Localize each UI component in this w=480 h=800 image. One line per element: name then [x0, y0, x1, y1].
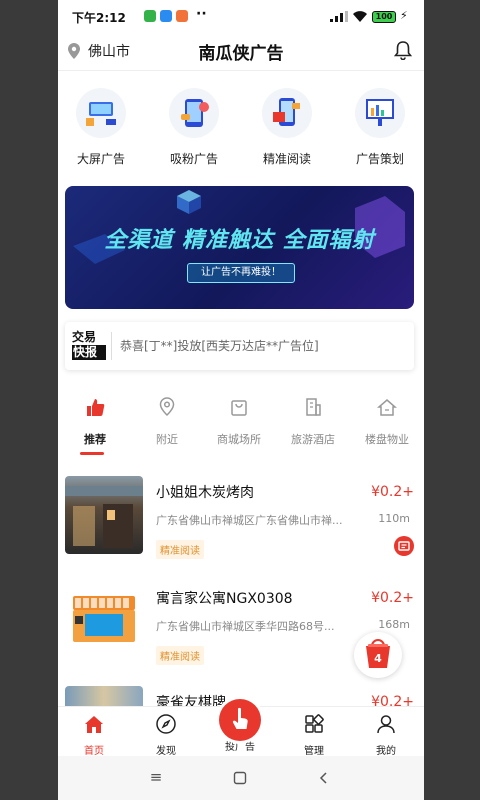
tab-home[interactable]: 首页 — [58, 707, 130, 757]
category-label: 商城场所 — [217, 433, 261, 446]
tab-discover[interactable]: 发现 — [130, 707, 202, 757]
quick-item-big-screen[interactable]: 大屏广告 — [58, 88, 144, 167]
listing-address: 广东省佛山市禅城区季华四路68号... — [156, 620, 335, 633]
signal-icon — [330, 11, 348, 22]
building-icon — [306, 398, 321, 416]
banner-subtitle: 让广告不再难投！ — [187, 263, 295, 283]
news-logo-bottom: 快报 — [72, 345, 106, 360]
floating-cart-button[interactable]: 4 — [354, 632, 402, 678]
app-notification-icon — [144, 10, 156, 22]
message-icon — [398, 541, 410, 551]
category-label: 楼盘物业 — [365, 433, 409, 446]
app-notification-icon — [176, 10, 188, 22]
menu-icon[interactable]: ≡ — [146, 768, 166, 788]
thumbs-up-icon — [87, 399, 105, 416]
category-tabs: 推荐 附近 商城场所 旅游酒店 楼盘物业 — [58, 396, 424, 456]
ad-action-button[interactable] — [394, 536, 414, 556]
header-divider — [58, 70, 424, 71]
list-item[interactable]: 小姐姐木炭烤肉 ¥0.2+ 广东省佛山市禅城区广东省佛山市禅... 110m 精… — [58, 474, 424, 578]
tab-recommend[interactable]: 推荐 — [58, 396, 132, 447]
banner-pagination — [65, 297, 414, 309]
bell-icon[interactable] — [394, 40, 412, 60]
tab-label: 我的 — [376, 746, 396, 757]
bottom-tab-bar: 首页 发现 投广告 管理 我的 — [58, 699, 424, 757]
listing-distance: 168m — [378, 618, 410, 631]
quick-label: 吸粉广告 — [169, 152, 218, 166]
quick-item-fans[interactable]: 吸粉广告 — [151, 88, 237, 167]
active-tab-indicator — [80, 452, 104, 455]
status-bar: 下午2:12 ·· 100 ⚡ — [58, 0, 424, 34]
listing-name: 寓言家公寓NGX0308 — [156, 591, 293, 607]
tab-hotels[interactable]: 旅游酒店 — [276, 396, 350, 447]
quick-item-reading[interactable]: 精准阅读 — [244, 88, 330, 167]
phone-screen: 下午2:12 ·· 100 ⚡ 佛山市 南瓜侠广告 大屏广告 吸粉广告 精准阅读… — [58, 0, 424, 800]
home-icon — [85, 716, 103, 733]
app-notification-icon — [160, 10, 172, 22]
listing-distance: 110m — [378, 512, 410, 525]
listing-tag: 精准阅读 — [156, 646, 204, 665]
quick-item-planning[interactable]: 广告策划 — [337, 88, 423, 167]
tab-nearby[interactable]: 附近 — [130, 396, 204, 447]
promo-banner[interactable]: 全渠道 精准触达 全面辐射 让广告不再难投！ — [65, 186, 414, 309]
quick-label: 精准阅读 — [262, 152, 311, 166]
category-label: 附近 — [156, 433, 178, 446]
battery-icon: 100 — [372, 11, 396, 23]
listing-address: 广东省佛山市禅城区广东省佛山市禅... — [156, 514, 343, 527]
banner-headline: 全渠道 精准触达 全面辐射 — [104, 228, 375, 253]
reading-icon — [262, 88, 312, 138]
tab-malls[interactable]: 商城场所 — [202, 396, 276, 447]
compass-icon — [156, 714, 176, 734]
grid-icon — [305, 714, 324, 733]
tap-hand-icon — [232, 707, 248, 729]
listing-price: ¥0.2+ — [371, 590, 414, 606]
tab-manage[interactable]: 管理 — [278, 707, 350, 757]
shopping-bag-icon — [231, 400, 247, 416]
tab-mine[interactable]: 我的 — [350, 707, 422, 757]
home-square-icon[interactable] — [230, 768, 250, 788]
cart-count: 4 — [374, 652, 382, 665]
transaction-news[interactable]: 交易 快报 恭喜[丁**]投放[西芙万达店**广告位] — [65, 322, 414, 370]
more-notifications-icon: ·· — [196, 6, 207, 22]
quick-label: 广告策划 — [355, 152, 404, 166]
big-screen-icon — [76, 88, 126, 138]
listing-tag: 精准阅读 — [156, 540, 204, 559]
news-text: 恭喜[丁**]投放[西芙万达店**广告位] — [120, 339, 319, 353]
quick-label: 大屏广告 — [76, 152, 125, 166]
news-divider — [111, 332, 112, 360]
post-ad-button[interactable] — [219, 699, 261, 741]
charging-icon: ⚡ — [400, 9, 408, 22]
status-time: 下午2:12 — [72, 11, 126, 25]
user-icon — [377, 715, 395, 734]
tab-label: 首页 — [84, 746, 104, 757]
listing-photo — [65, 582, 143, 660]
house-icon — [377, 399, 397, 416]
listing-photo — [65, 476, 143, 554]
fans-icon — [169, 88, 219, 138]
back-icon[interactable] — [314, 768, 334, 788]
category-label: 旅游酒店 — [291, 433, 335, 446]
page-title: 南瓜侠广告 — [198, 44, 284, 64]
quick-menu: 大屏广告 吸粉广告 精准阅读 广告策划 — [58, 88, 424, 178]
listing-name: 小姐姐木炭烤肉 — [156, 485, 254, 501]
location-pin-icon — [159, 397, 175, 417]
listing-price: ¥0.2+ — [371, 484, 414, 500]
tab-label: 发现 — [156, 746, 176, 757]
wifi-icon — [353, 11, 367, 22]
category-label: 推荐 — [84, 433, 106, 446]
app-header: 佛山市 南瓜侠广告 — [58, 34, 424, 70]
system-nav-bar: ≡ — [58, 756, 424, 800]
tab-label: 管理 — [304, 746, 324, 757]
news-logo-top: 交易 — [72, 330, 97, 344]
planning-icon — [355, 88, 405, 138]
news-logo: 交易 快报 — [72, 330, 106, 362]
tab-property[interactable]: 楼盘物业 — [350, 396, 424, 447]
